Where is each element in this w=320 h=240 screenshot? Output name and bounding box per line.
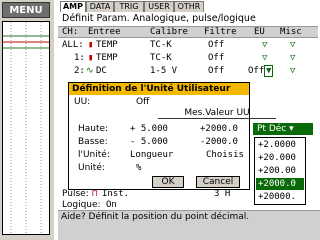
decimal-option[interactable]: +20.000: [256, 152, 304, 164]
tab-user[interactable]: USER: [144, 1, 174, 12]
basse-uu-value[interactable]: -2000.0: [200, 137, 238, 147]
uu-label: UU:: [74, 97, 91, 107]
table-row[interactable]: ALL: ▮ TEMP TC-K Off ▽ ▽: [58, 40, 318, 51]
decimal-option[interactable]: +200.00: [256, 165, 304, 177]
haute-uu-value[interactable]: +2000.0: [200, 124, 238, 134]
decimal-point-list: +2.0000 +20.000 +200.00 +2000.0 +20000.: [254, 137, 306, 205]
header-eu: EU: [254, 27, 265, 37]
pulse-value[interactable]: Inst.: [102, 189, 129, 199]
table-row[interactable]: 2: ∿ DC 1-5 V Off Off ▼ ▽: [58, 65, 318, 77]
ok-button[interactable]: OK: [152, 176, 184, 188]
tab-data[interactable]: DATA: [86, 1, 114, 12]
logic-label: Logique:: [62, 200, 101, 210]
row-range[interactable]: 1-5 V: [150, 66, 177, 76]
pulse-icon: ⊓: [92, 189, 98, 199]
waveform-preview: [2, 21, 50, 235]
row-filter[interactable]: Off: [208, 66, 224, 76]
row-input[interactable]: TEMP: [96, 40, 118, 50]
misc-dropdown-icon[interactable]: ▽: [290, 53, 295, 63]
table-row[interactable]: 1: ▮ TEMP TC-K Off ▽ ▽: [58, 53, 318, 64]
chevron-down-icon: ▾: [289, 124, 294, 134]
thermometer-icon: ▮: [88, 40, 94, 50]
menu-button[interactable]: MENU: [2, 2, 50, 18]
row-ch: ALL:: [62, 40, 84, 50]
uu-value[interactable]: Off: [136, 97, 149, 107]
decimal-option-selected[interactable]: +2000.0: [256, 178, 304, 190]
table-header: CH: Entree Calibre Filtre EU Misc: [58, 26, 318, 38]
row-filter[interactable]: Off: [208, 40, 224, 50]
header-ch: CH:: [62, 27, 79, 37]
dc-wave-icon: ∿: [86, 66, 94, 76]
user-unit-dialog: [68, 82, 250, 190]
decimal-option[interactable]: +2.0000: [256, 139, 304, 151]
thermometer-icon: ▮: [88, 53, 94, 63]
page-title: Définit Param. Analogique, pulse/logique: [62, 13, 256, 24]
row-ch: 2:: [74, 66, 85, 76]
eu-dropdown-icon[interactable]: ▼: [264, 65, 274, 77]
header-entree: Entree: [88, 27, 121, 37]
basse-label: Basse:: [78, 137, 108, 147]
waveform-grid: [3, 22, 49, 234]
decimal-option[interactable]: +20000.: [256, 191, 304, 203]
basse-value[interactable]: - 5.000: [130, 137, 168, 147]
cancel-button[interactable]: Cancel: [196, 176, 240, 188]
pulse-extra: 3 H: [214, 189, 231, 199]
tab-trig[interactable]: TRIG: [114, 1, 144, 12]
header-calibre: Calibre: [150, 27, 188, 37]
decimal-point-label: Pt Déc: [257, 124, 287, 134]
row-eu[interactable]: Off: [248, 66, 264, 76]
haute-value[interactable]: + 5.000: [130, 124, 168, 134]
pulse-label: Pulse:: [62, 189, 89, 199]
eu-dropdown-icon[interactable]: ▽: [262, 53, 267, 63]
unit-type-label: l'Unité:: [78, 150, 110, 160]
unit-type-value[interactable]: Longueur: [130, 150, 173, 160]
measured-value-header: Mes.Valeur UU: [158, 108, 276, 119]
tab-othr[interactable]: OTHR: [174, 1, 204, 12]
row-input[interactable]: TEMP: [96, 53, 118, 63]
row-range[interactable]: TC-K: [150, 53, 172, 63]
row-range[interactable]: TC-K: [150, 40, 172, 50]
eu-dropdown-icon[interactable]: ▽: [262, 40, 267, 50]
misc-dropdown-icon[interactable]: ▽: [290, 66, 295, 76]
logic-value[interactable]: On: [106, 200, 117, 210]
row-input[interactable]: DC: [96, 66, 107, 76]
unit-choose-value[interactable]: Choisis: [206, 150, 244, 160]
misc-dropdown-icon[interactable]: ▽: [290, 40, 295, 50]
haute-label: Haute:: [78, 124, 109, 134]
tab-amp[interactable]: AMP: [60, 1, 86, 12]
header-misc: Misc: [280, 27, 302, 37]
decimal-point-select[interactable]: Pt Déc ▾: [253, 123, 313, 135]
dialog-title: Définition de l'Unité Utilisateur: [69, 83, 249, 95]
help-text: Aide? Définit la position du point décim…: [58, 210, 320, 240]
unit-label: Unité:: [78, 163, 105, 173]
row-filter[interactable]: Off: [208, 53, 224, 63]
row-ch: 1:: [74, 53, 85, 63]
header-filtre: Filtre: [204, 27, 237, 37]
unit-value[interactable]: %: [136, 163, 141, 173]
